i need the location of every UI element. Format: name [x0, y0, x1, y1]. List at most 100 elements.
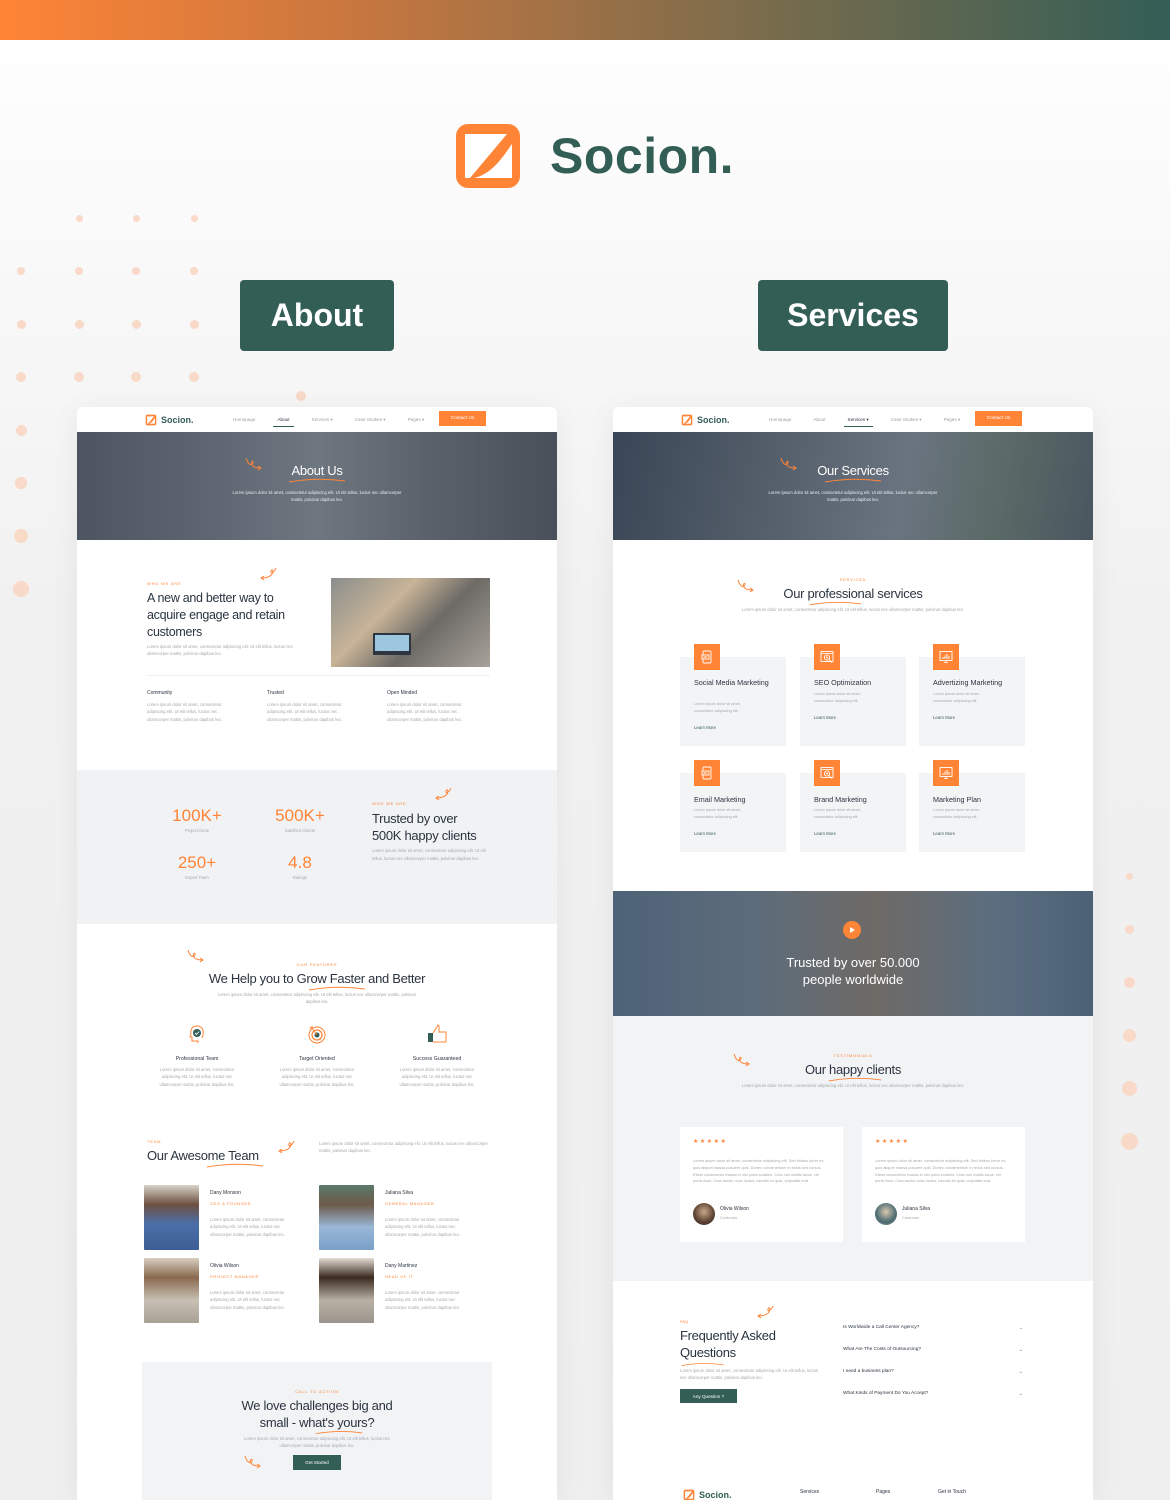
service-title: Advertizing Marketing — [933, 678, 1003, 687]
get-started-button[interactable]: Get Started — [293, 1455, 341, 1471]
team-member-name: Juliana Silva — [385, 1190, 414, 1196]
nav-services[interactable]: Services ▾ — [312, 417, 333, 423]
play-icon — [850, 927, 855, 933]
decorative-dot — [1121, 1080, 1137, 1096]
testimonial-role: Costumer — [902, 1215, 920, 1220]
footer-brand-name: Socion. — [699, 1490, 732, 1500]
learn-more-link[interactable]: Learn More — [814, 831, 836, 836]
chevron-down-icon: ⌄ — [1018, 1369, 1023, 1375]
monitor-chart-icon — [933, 760, 959, 786]
socion-logo-icon — [145, 414, 157, 425]
mobile-chat-icon — [694, 644, 720, 670]
value-title: Trusted — [267, 690, 284, 696]
service-card[interactable]: Advertizing Marketing Lorem ipsum dolor s… — [919, 657, 1025, 746]
team-member-bio: Lorem ipsum dolor sit amet, consectetur … — [210, 1290, 285, 1310]
team-member-name: Olivia Wilson — [210, 1263, 239, 1269]
decorative-dot — [131, 319, 141, 329]
nav-services[interactable]: Services ▾ — [843, 417, 873, 427]
decorative-dot — [16, 372, 26, 382]
nav-about[interactable]: About — [813, 417, 825, 423]
contact-us-button[interactable]: Contact Us — [439, 411, 486, 426]
learn-more-link[interactable]: Learn More — [933, 715, 955, 720]
nav-homepage[interactable]: Homepage — [769, 417, 791, 423]
section-title: A new and better way to acquire engage a… — [147, 591, 285, 639]
video-title: Trusted by over 50.000 people worldwide — [613, 954, 1093, 988]
cta-section: CALL TO ACTION We love challenges big an… — [142, 1362, 492, 1500]
nav-about[interactable]: About — [273, 417, 294, 427]
footer-col-get-in-touch: Get in Touch — [938, 1489, 966, 1495]
squiggle-arrow-icon — [780, 457, 797, 471]
decorative-dot — [14, 529, 28, 543]
any-question-button[interactable]: Any Question ? — [680, 1389, 737, 1404]
team-intro-text: Lorem ipsum dolor sit amet, consectetur … — [319, 1141, 488, 1154]
decorative-dot — [132, 267, 140, 275]
learn-more-link[interactable]: Learn More — [933, 831, 955, 836]
about-page-preview: Socion. Homepage About Services ▾ Case S… — [77, 407, 557, 1500]
eyebrow: WHO WE ARE — [147, 581, 182, 586]
feature-item: Professional Team Lorem ipsum dolor sit a… — [147, 1024, 247, 1088]
nav-logo[interactable]: Socion. — [145, 414, 194, 426]
contact-us-button[interactable]: Contact Us — [975, 411, 1022, 426]
section-title: We Help you to Grow Faster and Better — [208, 971, 426, 986]
underline-swoosh — [824, 478, 882, 483]
features-header: OUR FEATURES We Help you to Grow Faster … — [167, 962, 467, 1006]
value-text: Lorem ipsum dolor sit amet, consectetur … — [147, 702, 222, 722]
learn-more-link[interactable]: Learn More — [694, 725, 716, 730]
nav-case-studies[interactable]: Case Studies ▾ — [891, 417, 922, 423]
nav-logo[interactable]: Socion. — [681, 414, 730, 426]
decorative-dot — [189, 319, 199, 329]
eyebrow: WHO WE ARE — [372, 801, 407, 806]
service-title: Marketing Plan — [933, 795, 981, 804]
faq-text: Lorem ipsum dolor sit amet, consectetur … — [680, 1367, 819, 1381]
service-title: Email Marketing — [694, 795, 746, 804]
testimonial-role: Costumer — [720, 1215, 738, 1220]
services-hero: Our Services Lorem ipsum dolor sit amet,… — [613, 432, 1093, 540]
service-text: Lorem ipsum dolor sit amet, consectetur … — [814, 808, 861, 819]
faq-item[interactable]: What Kinds of Payment Do You Accept? ⌄ — [843, 1391, 1023, 1397]
testimonial-card: ★★★★★ Lorem ipsum dolor sit amet, consect… — [680, 1127, 843, 1242]
nav-case-studies[interactable]: Case Studies ▾ — [355, 417, 386, 423]
video-section: Trusted by over 50.000 people worldwide — [613, 891, 1093, 1016]
team-member: Olivia Wilson PROJECT MANAGER Lorem ipsum … — [210, 1263, 302, 1311]
value-title: Open Minded — [387, 690, 418, 696]
team-member-bio: Lorem ipsum dolor sit amet, consectetur … — [210, 1217, 285, 1237]
learn-more-link[interactable]: Learn More — [694, 831, 716, 836]
faq-title-line1: Frequently Asked — [680, 1328, 776, 1343]
testimonial-card: ★★★★★ Lorem ipsum dolor sit amet, consect… — [862, 1127, 1025, 1242]
faq-item[interactable]: Is Worldwide a Call Center Agency? ⌄ — [843, 1325, 1023, 1331]
faq-item[interactable]: I need a business plan? ⌄ — [843, 1369, 1023, 1375]
eyebrow: OUR FEATURES — [296, 962, 338, 967]
stat-item: 4.8 Ratings — [260, 853, 340, 880]
feature-item: Target Oriented Lorem ipsum dolor sit ame… — [267, 1024, 367, 1088]
value-title: Community — [147, 690, 173, 696]
stat-item: 100K+ Project Done — [157, 806, 237, 833]
browser-target-icon — [814, 644, 840, 670]
team-header: TEAM Our Awesome Team — [147, 1139, 265, 1168]
decorative-dot — [190, 267, 198, 275]
squiggle-arrow-icon — [187, 949, 204, 963]
value-item: Open Minded Lorem ipsum dolor sit amet, c… — [387, 690, 479, 723]
learn-more-link[interactable]: Learn More — [814, 715, 836, 720]
nav-pages[interactable]: Pages ▾ — [944, 417, 961, 423]
section-title: Our professional services — [783, 586, 923, 601]
service-card[interactable]: Social Media Marketing Lorem ipsum dolor … — [680, 657, 786, 746]
play-button[interactable] — [843, 921, 861, 939]
service-text: Lorem ipsum dolor sit amet, consectetur … — [694, 808, 741, 819]
rating-stars: ★★★★★ — [693, 1139, 728, 1145]
decorative-dot — [1122, 1028, 1136, 1042]
team-member-name: Dany Martinez — [385, 1263, 418, 1269]
nav-pages[interactable]: Pages ▾ — [408, 417, 425, 423]
chevron-down-icon: ⌄ — [1018, 1391, 1023, 1397]
service-card[interactable]: SEO Optimization Lorem ipsum dolor sit am… — [800, 657, 906, 746]
value-item: Trusted Lorem ipsum dolor sit amet, conse… — [267, 690, 359, 723]
footer-col-pages: Pages — [876, 1489, 891, 1495]
section-title: Our Awesome Team — [147, 1148, 259, 1163]
faq-item[interactable]: What Are The Costs of Outsourcing? ⌄ — [843, 1347, 1023, 1353]
hero-text: Lorem ipsum dolor sit amet, consectetur … — [768, 489, 938, 502]
footer-logo[interactable]: Socion. — [683, 1489, 732, 1500]
cta-title-line2: small - what's yours? — [259, 1414, 375, 1430]
nav-homepage[interactable]: Homepage — [233, 417, 255, 423]
feature-text: Lorem ipsum dolor sit amet, consectetur … — [159, 1067, 235, 1087]
decorative-dot — [189, 372, 199, 382]
section-text: Lorem ipsum dolor sit amet, consectetur … — [741, 607, 965, 612]
